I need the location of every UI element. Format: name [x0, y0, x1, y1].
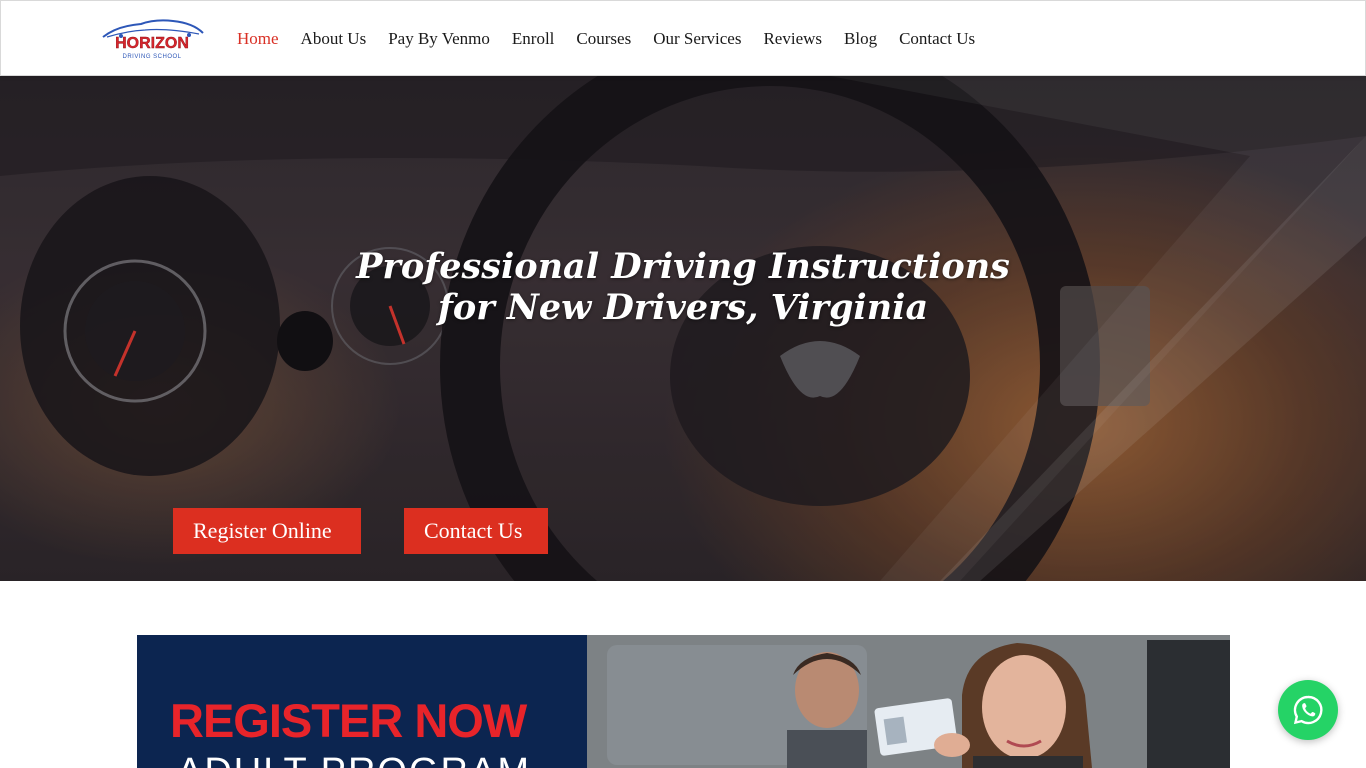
hero-title: Professional Driving Instructions for Ne… — [0, 246, 1366, 328]
nav-enroll[interactable]: Enroll — [512, 29, 555, 49]
contact-us-button[interactable]: Contact Us — [404, 508, 548, 554]
nav-about-us[interactable]: About Us — [301, 29, 367, 49]
main-nav: Home About Us Pay By Venmo Enroll Course… — [237, 1, 997, 77]
banner-title: REGISTER NOW — [170, 694, 527, 747]
whatsapp-chat-button[interactable] — [1278, 680, 1338, 740]
horizon-logo[interactable]: HORIZON DRIVING SCHOOL — [97, 17, 207, 61]
nav-contact-us[interactable]: Contact Us — [899, 29, 975, 49]
register-now-banner[interactable]: REGISTER NOW ADULT PROGRAM — [137, 635, 1230, 768]
hero-background-image — [0, 76, 1366, 581]
svg-text:DRIVING SCHOOL: DRIVING SCHOOL — [122, 54, 181, 60]
nav-home[interactable]: Home — [237, 29, 279, 49]
nav-courses[interactable]: Courses — [576, 29, 631, 49]
site-header: HORIZON DRIVING SCHOOL Home About Us Pay… — [0, 0, 1366, 76]
nav-pay-by-venmo[interactable]: Pay By Venmo — [388, 29, 490, 49]
hero-title-line-2: for New Drivers, Virginia — [437, 287, 929, 328]
register-online-button[interactable]: Register Online — [173, 508, 361, 554]
banner-text-panel: REGISTER NOW ADULT PROGRAM — [137, 635, 587, 768]
svg-text:HORIZON: HORIZON — [115, 35, 189, 52]
driver-photo-image — [587, 635, 1230, 768]
whatsapp-icon — [1293, 695, 1323, 725]
banner-subtitle: ADULT PROGRAM — [177, 751, 531, 768]
nav-our-services[interactable]: Our Services — [653, 29, 741, 49]
nav-blog[interactable]: Blog — [844, 29, 877, 49]
hero-title-line-1: Professional Driving Instructions — [356, 246, 1010, 287]
nav-reviews[interactable]: Reviews — [763, 29, 822, 49]
banner-photo — [587, 635, 1230, 768]
hero-section: Professional Driving Instructions for Ne… — [0, 76, 1366, 581]
